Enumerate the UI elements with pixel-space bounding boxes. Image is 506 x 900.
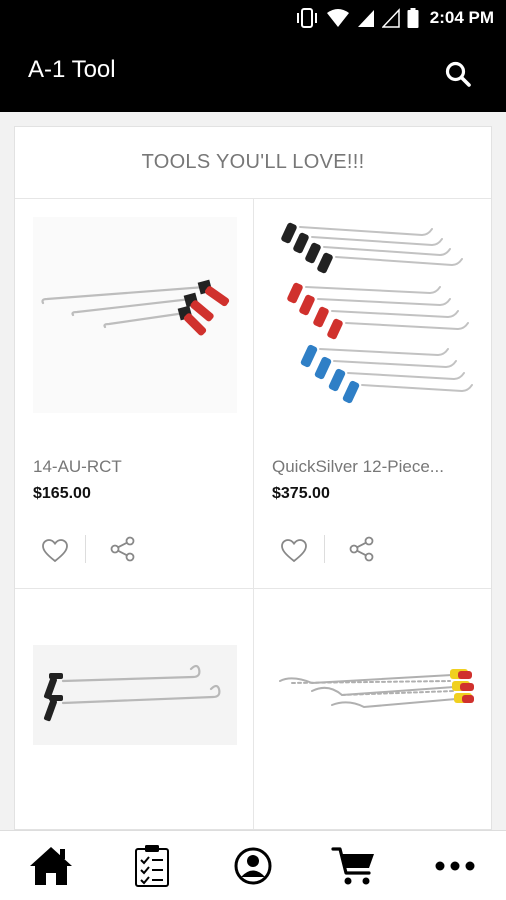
share-button[interactable]: [109, 535, 137, 563]
product-price: $375.00: [272, 485, 330, 502]
action-divider: [324, 535, 325, 563]
status-bar: 2:04 PM: [0, 0, 506, 36]
product-name[interactable]: 14-AU-RCT: [33, 457, 241, 477]
search-icon: [445, 61, 471, 87]
status-icons: 2:04 PM: [295, 6, 494, 30]
nav-cart[interactable]: [326, 838, 382, 894]
share-icon: [349, 536, 374, 562]
signal-empty-icon: [381, 8, 400, 28]
product-section: TOOLS YOU'LL LOVE!!! 14-AU-RCT $165.00 Q…: [14, 126, 492, 830]
more-icon: [435, 861, 475, 870]
nav-home[interactable]: [23, 838, 79, 894]
clipboard-checklist-icon: [134, 844, 169, 887]
section-title: TOOLS YOU'LL LOVE!!!: [141, 151, 365, 173]
section-header: TOOLS YOU'LL LOVE!!!: [15, 127, 491, 199]
wifi-icon: [326, 9, 349, 27]
bottom-navigation: [0, 830, 506, 900]
product-price: $165.00: [33, 485, 91, 502]
product-image[interactable]: [33, 217, 237, 413]
action-divider: [85, 535, 86, 563]
cart-icon: [331, 846, 375, 884]
home-icon: [29, 846, 72, 885]
nav-account[interactable]: [225, 838, 281, 894]
battery-icon: [407, 8, 419, 28]
signal-icon: [357, 10, 374, 27]
heart-icon: [281, 539, 307, 563]
product-image[interactable]: [33, 645, 237, 745]
nav-orders[interactable]: [124, 838, 180, 894]
app-bar: A-1 Tool: [0, 36, 506, 112]
product-card[interactable]: QuickSilver 12-Piece... $375.00: [254, 199, 491, 589]
nav-more[interactable]: [427, 838, 483, 894]
account-icon: [234, 847, 272, 884]
status-time: 2:04 PM: [429, 8, 494, 27]
share-icon: [110, 536, 135, 562]
favorite-button[interactable]: [280, 537, 308, 565]
product-card[interactable]: 14-AU-RCT $165.00: [15, 199, 254, 589]
product-image[interactable]: [272, 217, 476, 413]
product-name[interactable]: QuickSilver 12-Piece...: [272, 457, 480, 477]
product-image[interactable]: [272, 645, 476, 745]
product-card[interactable]: [15, 589, 254, 829]
share-button[interactable]: [348, 535, 376, 563]
heart-icon: [42, 539, 68, 563]
favorite-button[interactable]: [41, 537, 69, 565]
vibrate-icon: [296, 8, 317, 28]
app-title: A-1 Tool: [28, 56, 116, 83]
product-card[interactable]: [254, 589, 491, 829]
search-button[interactable]: [444, 60, 472, 88]
